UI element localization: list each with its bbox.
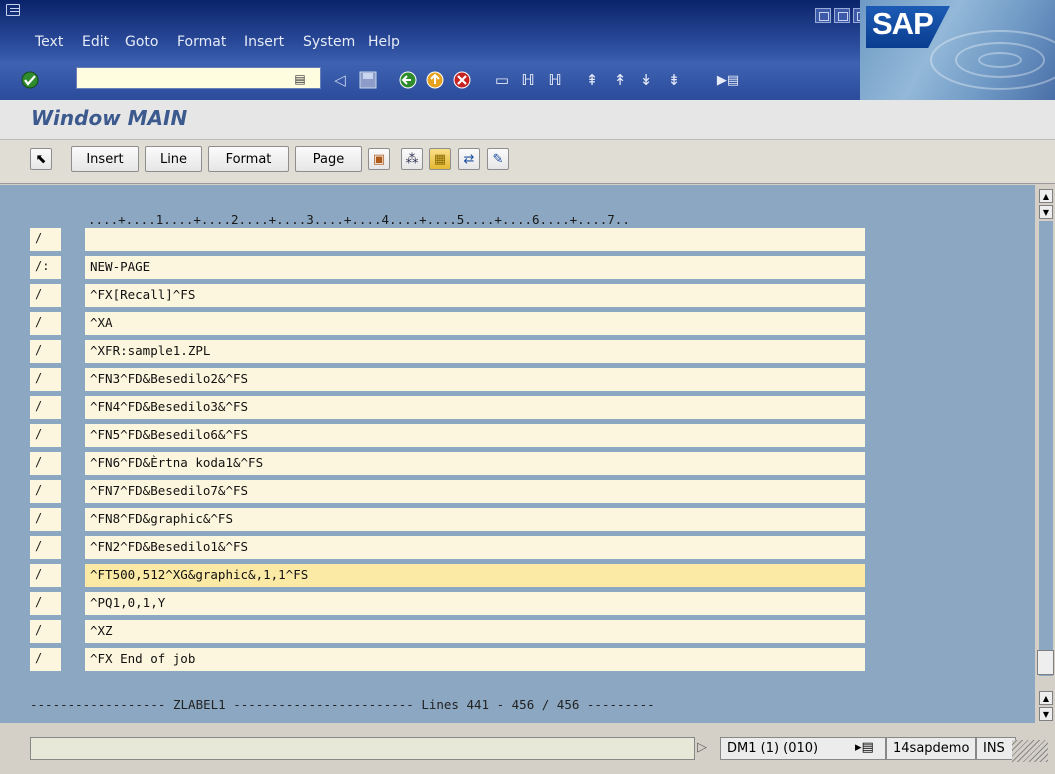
- line-format-marker[interactable]: /: [30, 648, 61, 671]
- line-format-marker[interactable]: /: [30, 592, 61, 615]
- transfer-icon[interactable]: ⇄: [458, 148, 480, 170]
- menu-system[interactable]: System: [303, 34, 355, 50]
- line-format-marker[interactable]: /: [30, 312, 61, 335]
- editor-line[interactable]: ^FN6^FD&Èrtna koda1&^FS: [85, 452, 865, 475]
- editor-line[interactable]: ^FN3^FD&Besedilo2&^FS: [85, 368, 865, 391]
- sap-logo-text: SAP: [872, 6, 934, 41]
- editor-line[interactable]: ^FX[Recall]^FS: [85, 284, 865, 307]
- menu-format[interactable]: Format: [177, 34, 226, 50]
- column-ruler: ....+....1....+....2....+....3....+....4…: [88, 212, 630, 227]
- status-expand-icon[interactable]: ▷: [695, 737, 719, 760]
- line-format-marker[interactable]: /: [30, 424, 61, 447]
- scroll-up-icon[interactable]: ▲: [1039, 189, 1053, 203]
- enter-icon[interactable]: [20, 70, 40, 90]
- select-cursor-icon[interactable]: ⬉: [30, 148, 52, 170]
- previous-page-icon[interactable]: ↟: [610, 70, 630, 90]
- line-format-marker[interactable]: /: [30, 452, 61, 475]
- editor-line[interactable]: ^FN5^FD&Besedilo6&^FS: [85, 424, 865, 447]
- back-nav-icon[interactable]: ◁: [330, 70, 350, 90]
- format-button[interactable]: Format: [208, 146, 289, 172]
- structure-icon[interactable]: ⁂: [401, 148, 423, 170]
- line-format-marker[interactable]: /: [30, 396, 61, 419]
- message-area: [30, 737, 695, 760]
- editor-line[interactable]: NEW-PAGE: [85, 256, 865, 279]
- editor-line[interactable]: ^XA: [85, 312, 865, 335]
- exit-icon[interactable]: [425, 70, 445, 90]
- symbols-icon[interactable]: ▦: [429, 148, 451, 170]
- line-format-marker[interactable]: /:: [30, 256, 61, 279]
- window-menu-icon[interactable]: [6, 4, 20, 16]
- line-format-marker[interactable]: /: [30, 620, 61, 643]
- editor-line[interactable]: ^XFR:sample1.ZPL: [85, 340, 865, 363]
- menu-text[interactable]: Text: [35, 34, 63, 50]
- back-icon[interactable]: [398, 70, 418, 90]
- find-icon[interactable]: ℍ: [518, 70, 538, 90]
- line-format-marker[interactable]: /: [30, 480, 61, 503]
- editor-line[interactable]: ^FX End of job: [85, 648, 865, 671]
- layout-menu-icon[interactable]: ▶▤: [717, 70, 739, 90]
- editor-line-selected[interactable]: ^FT500,512^XG&graphic&,1,1^FS: [85, 564, 865, 587]
- maximize-icon[interactable]: [834, 8, 850, 23]
- scroll-track[interactable]: [1039, 221, 1053, 676]
- editor-line[interactable]: ^XZ: [85, 620, 865, 643]
- line-format-marker[interactable]: /: [30, 564, 61, 587]
- line-format-marker[interactable]: /: [30, 284, 61, 307]
- insert-mode[interactable]: INS: [976, 737, 1016, 760]
- cancel-icon[interactable]: [452, 70, 472, 90]
- scroll-thumb[interactable]: [1037, 650, 1054, 675]
- scroll-down-icon[interactable]: ▼: [1039, 205, 1053, 219]
- editor-line[interactable]: ^PQ1,0,1,Y: [85, 592, 865, 615]
- menu-edit[interactable]: Edit: [82, 34, 109, 50]
- line-format-marker[interactable]: /: [30, 340, 61, 363]
- editor-footer: ------------------ ZLABEL1 -------------…: [30, 697, 655, 712]
- last-page-icon[interactable]: ⇟: [664, 70, 684, 90]
- next-page-icon[interactable]: ↡: [636, 70, 656, 90]
- page-button[interactable]: Page: [295, 146, 362, 172]
- clipboard-icon[interactable]: ▣: [368, 148, 390, 170]
- system-list-icon[interactable]: ▸▤: [851, 737, 881, 760]
- line-format-marker[interactable]: /: [30, 536, 61, 559]
- insert-button[interactable]: Insert: [71, 146, 139, 172]
- line-format-marker[interactable]: /: [30, 508, 61, 531]
- first-page-icon[interactable]: ⇞: [582, 70, 602, 90]
- favorites-icon[interactable]: ▤: [290, 69, 310, 89]
- page-title: Window MAIN: [31, 106, 188, 130]
- line-format-marker[interactable]: /: [30, 368, 61, 391]
- line-format-marker[interactable]: /: [30, 228, 61, 251]
- scroll-page-up-icon[interactable]: ▲: [1039, 691, 1053, 705]
- editor-line[interactable]: ^FN4^FD&Besedilo3&^FS: [85, 396, 865, 419]
- editor-line[interactable]: ^FN7^FD&Besedilo7&^FS: [85, 480, 865, 503]
- print-icon[interactable]: ▭: [492, 70, 512, 90]
- editor-line[interactable]: ^FN8^FD&graphic&^FS: [85, 508, 865, 531]
- resize-grip-icon[interactable]: [1012, 740, 1048, 762]
- command-field[interactable]: [76, 67, 321, 89]
- menu-insert[interactable]: Insert: [244, 34, 284, 50]
- menu-goto[interactable]: Goto: [125, 34, 158, 50]
- scroll-page-down-icon[interactable]: ▼: [1039, 707, 1053, 721]
- editor-line[interactable]: [85, 228, 865, 251]
- menu-help[interactable]: Help: [368, 34, 400, 50]
- find-next-icon[interactable]: ℍ: [545, 70, 565, 90]
- server-name: 14sapdemo: [886, 737, 976, 760]
- save-icon[interactable]: [358, 70, 378, 90]
- minimize-icon[interactable]: [815, 8, 831, 23]
- editor-line[interactable]: ^FN2^FD&Besedilo1&^FS: [85, 536, 865, 559]
- line-button[interactable]: Line: [145, 146, 202, 172]
- note-icon[interactable]: ✎: [487, 148, 509, 170]
